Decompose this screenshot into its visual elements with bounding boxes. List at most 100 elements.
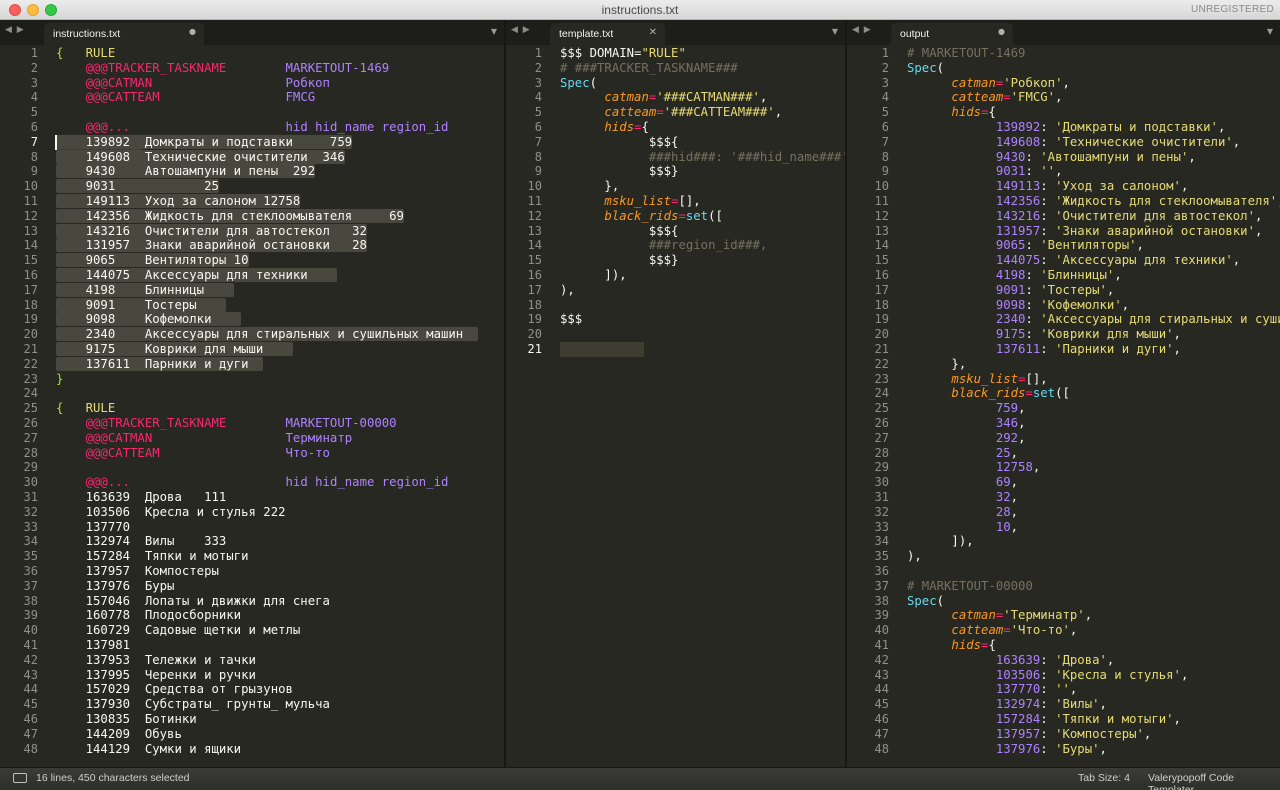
code-token: black_rids: [604, 208, 679, 223]
tab-size-indicator[interactable]: Tab Size: 4: [1078, 772, 1130, 784]
code-token: :: [1025, 149, 1041, 164]
tab-modified-icon[interactable]: ●: [998, 27, 1005, 36]
line-number: 24: [23, 386, 38, 401]
code-area[interactable]: $$$ DOMAIN="RULE" # ###TRACKER_TASKNAME##…: [560, 45, 845, 767]
code-line: @@@TRACKER_TASKNAME MARKETOUT-1469: [56, 61, 390, 76]
code-token: 103506 Кресла и стулья 222: [56, 504, 286, 519]
code-token: ,: [1136, 238, 1144, 253]
line-number: 26: [874, 416, 889, 430]
code-line: black_rids=set([: [560, 208, 722, 224]
code-token: :: [1025, 312, 1041, 327]
code-token: Что-то: [285, 445, 330, 460]
pane-template[interactable]: ◀ ▶ template.txt ✕ ▼ 1 2 3 4 5 6 7 8 9 10 11 12 13 14 15 16…: [506, 20, 845, 767]
code-line: catman='Робкоп',: [907, 76, 1069, 91]
line-number: 22: [23, 356, 38, 371]
code-token: Терминатр: [285, 430, 353, 445]
code-token: 'Очистители для автостекол': [1055, 208, 1255, 223]
selected-text: 149608 Технические очистители 346: [56, 149, 345, 164]
tab-instructions-txt[interactable]: instructions.txt ●: [44, 23, 204, 45]
code-token: 'Компостеры': [1055, 726, 1144, 741]
line-number: 16: [527, 268, 542, 282]
code-token: '': [1055, 682, 1070, 697]
code-token: 'Терминатр': [1003, 608, 1085, 623]
line-number: 20: [527, 327, 542, 342]
code-token: 32: [995, 490, 1011, 504]
line-number-gutter: 1 2 3 4 5 6 7 8 9 10 11 12 13 14 15 16 17 18 19 20 21: [506, 45, 550, 767]
code-line: 137770: '',: [907, 682, 1077, 697]
code-line: 137981: [56, 638, 130, 653]
code-area[interactable]: { RULE @@@TRACKER_TASKNAME MARKETOUT-146…: [55, 45, 504, 767]
line-number: 14: [23, 238, 38, 253]
tab-nav-arrows-icon[interactable]: ◀ ▶: [5, 25, 25, 35]
code-token: 137995 Черенки и ручки: [56, 667, 256, 682]
code-token: 4198: [995, 268, 1026, 282]
code-line: @@@CATTEAM FMCG: [56, 90, 316, 105]
code-line: 139892 Домкраты и подставки 759: [56, 134, 353, 150]
line-number-gutter: 1 2 3 4 5 6 7 8 9 10 11 12 13 14 15 16 17 18 19 20 21 22 23 24 2…: [0, 45, 46, 767]
code-line: 4198: 'Блинницы',: [907, 268, 1122, 283]
code-token: ,: [1069, 682, 1078, 697]
tab-nav-arrows-icon[interactable]: ◀ ▶: [852, 25, 872, 35]
code-token: hids: [604, 120, 635, 134]
line-number: 4: [534, 90, 542, 105]
tab-list-dropdown-icon[interactable]: ▼: [491, 27, 497, 36]
code-token: ,: [1173, 712, 1181, 726]
tab-template-txt[interactable]: template.txt ✕: [550, 23, 665, 45]
code-token: 'Буры': [1055, 741, 1100, 756]
tab-close-icon[interactable]: ✕: [649, 27, 657, 38]
tab-modified-icon[interactable]: ●: [189, 27, 196, 36]
line-number: 17: [23, 282, 38, 297]
pane-output[interactable]: ◀ ▶ output ● ▼ 1 2 3 4 5 6 7 8 9 10 11 12 13 14 15 16 17 18 19…: [847, 20, 1280, 767]
code-token: ,: [1032, 460, 1041, 475]
code-token: 'Уход за салоном': [1055, 179, 1181, 194]
code-token: :: [1040, 667, 1056, 682]
syntax-indicator[interactable]: Valerypopoff Code Templater: [1148, 772, 1280, 790]
code-token: @@@CATMAN: [56, 430, 153, 445]
tab-list-dropdown-icon[interactable]: ▼: [832, 27, 838, 36]
code-token: 28: [995, 504, 1011, 519]
code-line: 69,: [907, 475, 1018, 490]
code-token: 69: [995, 475, 1011, 490]
code-token: 'Что-то': [1010, 623, 1070, 638]
line-number: 30: [23, 475, 38, 490]
code-line: hids={: [907, 105, 995, 120]
code-token: @@@...: [56, 120, 131, 134]
code-token: black_rids: [951, 386, 1026, 401]
line-number: 41: [874, 638, 889, 652]
code-area[interactable]: # MARKETOUT-1469 Spec( catman='Робкоп', c…: [907, 45, 1280, 767]
line-number: 37: [23, 578, 38, 593]
code-line: 103506: 'Кресла и стулья',: [907, 667, 1189, 683]
code-line: 137976: 'Буры',: [907, 742, 1107, 757]
code-line: },: [560, 179, 619, 194]
code-token: ,: [759, 90, 768, 105]
code-line: # MARKETOUT-1469: [907, 46, 1025, 61]
code-line: @@@CATTEAM Что-то: [56, 446, 330, 461]
code-token: (: [936, 60, 945, 75]
code-line: 149113: 'Уход за салоном',: [907, 179, 1189, 194]
code-line: 137976 Буры: [56, 579, 175, 594]
tab-nav-arrows-icon[interactable]: ◀ ▶: [511, 25, 531, 35]
code-token: 9031: [995, 164, 1026, 179]
tab-list-dropdown-icon[interactable]: ▼: [1267, 27, 1273, 36]
line-number: 5: [881, 105, 889, 120]
line-number: 36: [23, 564, 38, 578]
code-token: :: [1025, 238, 1041, 253]
tab-output[interactable]: output ●: [891, 23, 1013, 45]
line-number: 7: [881, 134, 889, 149]
line-number: 25: [23, 401, 38, 416]
line-number: 19: [527, 312, 542, 327]
code-token: ,: [1217, 120, 1226, 134]
code-token: hids: [951, 105, 982, 120]
panel-toggle-icon[interactable]: [13, 773, 27, 783]
line-number: 35: [874, 549, 889, 564]
pane-instructions[interactable]: ◀ ▶ instructions.txt ● ▼ 1 2 3 4 5 6 7 8 9 10 11 12 13 14…: [0, 20, 504, 767]
code-line: 346,: [907, 416, 1026, 431]
code-line: hids={: [560, 120, 648, 135]
line-number: 18: [527, 297, 542, 312]
